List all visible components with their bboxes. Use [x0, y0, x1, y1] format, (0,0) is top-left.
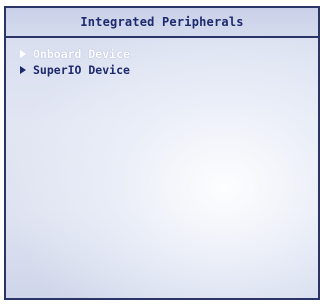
arrow-right-icon: [20, 50, 26, 58]
page-title: Integrated Peripherals: [80, 15, 244, 29]
title-bar: Integrated Peripherals: [6, 8, 318, 38]
menu-item-onboard-device[interactable]: Onboard Device: [20, 46, 130, 62]
arrow-right-icon: [20, 66, 26, 74]
menu-item-superio-device[interactable]: SuperIO Device: [20, 62, 130, 78]
menu-item-label: SuperIO Device: [33, 63, 130, 77]
menu-item-label: Onboard Device: [33, 47, 130, 61]
bios-screen: Integrated Peripherals Onboard Device Su…: [4, 6, 320, 300]
submenu-list: Onboard Device SuperIO Device: [20, 46, 130, 78]
